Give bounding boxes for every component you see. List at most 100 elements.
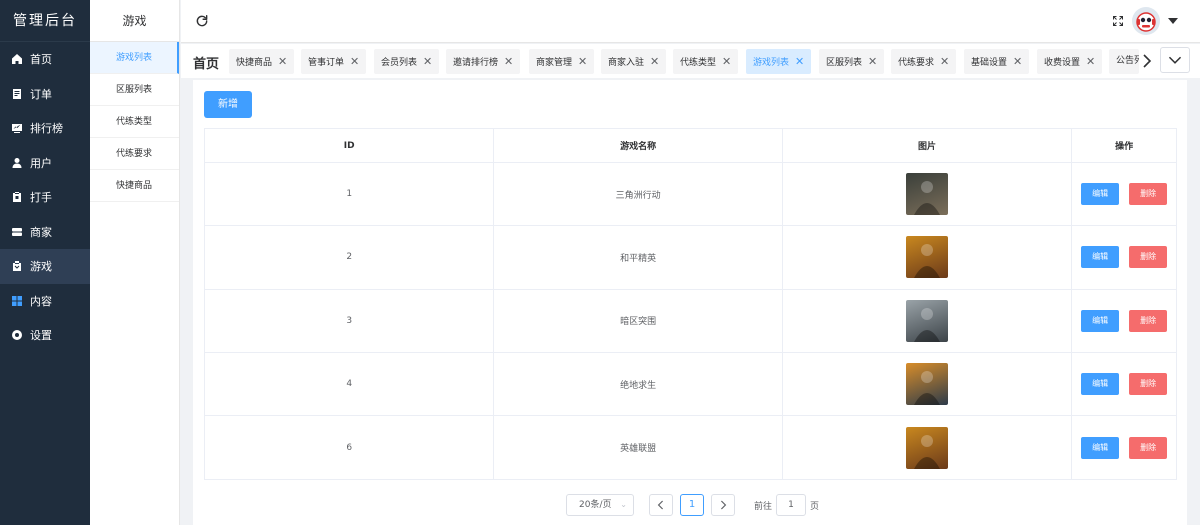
cell-game-name: 三角洲行动 [494,163,783,226]
add-game-button[interactable]: 新增 [204,91,252,118]
close-icon[interactable]: ✕ [278,55,287,68]
tab-item[interactable]: 代练要求 ✕ [891,49,957,74]
sidebar-item-home[interactable]: 首页 [0,42,90,77]
close-icon[interactable]: ✕ [423,55,432,68]
settings-icon [11,329,23,341]
close-icon[interactable]: ✕ [578,55,587,68]
next-page-button[interactable] [711,494,735,516]
sidebar-item-player[interactable]: 打手 [0,180,90,215]
close-icon[interactable]: ✕ [350,55,359,68]
main-content: 新增 ID 游戏名称 图片 操作 1 三角洲行动 编辑 删除 2 和平精英 编辑 删除 3 暗区突… [193,80,1187,525]
tab-label: 代练类型 [680,58,717,68]
game-thumbnail [906,363,949,406]
submenu-item[interactable]: 代练要求 [90,138,179,170]
delete-button[interactable]: 删除 [1129,436,1168,459]
edit-button[interactable]: 编辑 [1081,373,1120,396]
delete-button[interactable]: 删除 [1129,183,1168,206]
sidebar-item-label: 排行榜 [30,122,63,136]
submenu-item[interactable]: 代练类型 [90,106,179,138]
top-header [181,0,1200,43]
submenu-item[interactable]: 快捷商品 [90,170,179,202]
edit-button[interactable]: 编辑 [1081,246,1120,269]
submenu-item[interactable]: 游戏列表 [90,42,179,74]
close-icon[interactable]: ✕ [1013,55,1022,68]
goto-page-input[interactable] [776,494,806,516]
submenu-item[interactable]: 区服列表 [90,74,179,106]
tab-item[interactable]: 会员列表 ✕ [374,49,440,74]
game-thumbnail [906,426,949,469]
delete-button[interactable]: 删除 [1129,246,1168,269]
sidebar-item-label: 首页 [30,53,52,67]
tab-item[interactable]: 快捷商品 ✕ [229,49,295,74]
close-icon[interactable]: ✕ [868,55,877,68]
close-icon[interactable]: ✕ [1086,55,1095,68]
sidebar-item-settings[interactable]: 设置 [0,318,90,353]
tab-item[interactable]: 区服列表 ✕ [819,49,885,74]
tab-label: 游戏列表 [753,58,790,68]
sidebar-nav: 首页订单排行榜用户打手 商家游戏内容设置 [0,42,90,353]
close-icon[interactable]: ✕ [650,55,659,68]
close-icon[interactable]: ✕ [722,55,731,68]
edit-button[interactable]: 编辑 [1081,183,1120,206]
cell-id: 3 [205,289,495,352]
user-avatar[interactable] [1132,7,1160,35]
tab-item[interactable]: 管事订单 ✕ [301,49,367,74]
main-sidebar: 管理后台 首页订单排行榜用户打手 商家游戏内容设置 [0,0,90,525]
tab-item[interactable]: 商家管理 ✕ [529,49,595,74]
tab-label: 公告列 [1116,56,1139,66]
edit-button[interactable]: 编辑 [1081,436,1120,459]
delete-button[interactable]: 删除 [1129,373,1168,396]
sidebar-item-user[interactable]: 用户 [0,146,90,181]
sidebar-item-game[interactable]: 游戏 [0,249,90,284]
close-icon[interactable]: ✕ [940,55,949,68]
cell-id: 6 [205,416,495,480]
tab-item[interactable]: 公告列 [1109,49,1139,74]
tab-item[interactable]: 邀请排行榜 ✕ [446,49,521,74]
tab-item[interactable]: 代练类型 ✕ [673,49,739,74]
sidebar-item-order[interactable]: 订单 [0,77,90,112]
tab-label: 邀请排行榜 [453,58,499,68]
close-icon[interactable]: ✕ [795,55,804,68]
table-row: 2 和平精英 编辑 删除 [205,226,1176,290]
app-logo-title: 管理后台 [0,0,90,42]
refresh-icon[interactable] [195,14,209,28]
page-size-select[interactable]: 20条/页 ⌄ [566,494,634,516]
tab-item[interactable]: 基础设置 ✕ [964,49,1030,74]
sidebar-item-ranking[interactable]: 排行榜 [0,111,90,146]
close-icon[interactable]: ✕ [504,55,513,68]
tabs-bar: 首页 快捷商品 ✕ 管事订单 ✕ 会员列表 ✕ 邀请排行榜 ✕ 商家管理 ✕ 商家入驻 ✕ 代练类型 ✕ 游… [181,44,1200,78]
cell-image [783,226,1073,289]
sidebar-item-label: 用户 [30,156,52,170]
table-body: 1 三角洲行动 编辑 删除 2 和平精英 编辑 删除 3 暗区突围 编辑 删除 4 绝地求生 编辑 删除 6 英雄… [205,163,1176,480]
cell-id: 2 [205,226,495,289]
prev-page-button[interactable] [649,494,673,516]
sidebar-item-label: 游戏 [30,260,52,274]
tab-label: 商家入驻 [608,58,645,68]
game-thumbnail [906,173,949,216]
page-number-current[interactable]: 1 [680,494,704,516]
player-icon [11,191,23,203]
cell-game-name: 暗区突围 [494,289,783,352]
sidebar-item-label: 订单 [30,87,52,101]
tabs-scroll-right-icon[interactable] [1139,51,1155,71]
sidebar-item-label: 内容 [30,294,52,308]
tabs-dropdown-button[interactable] [1160,47,1190,73]
tab-label: 基础设置 [971,58,1008,68]
cell-image [783,163,1073,226]
tab-home[interactable]: 首页 [193,53,219,72]
column-header-actions: 操作 [1115,142,1134,152]
edit-button[interactable]: 编辑 [1081,309,1120,332]
cell-game-name: 绝地求生 [494,352,783,416]
sidebar-item-content[interactable]: 内容 [0,284,90,319]
user-menu-caret-icon[interactable] [1168,18,1178,24]
goto-suffix: 页 [810,502,820,512]
tab-item[interactable]: 游戏列表 ✕ [746,49,812,74]
tab-item[interactable]: 收费设置 ✕ [1037,49,1103,74]
sidebar-item-merchant[interactable]: 商家 [0,215,90,250]
submenu-title: 游戏 [90,0,179,42]
fullscreen-icon[interactable] [1112,15,1124,27]
delete-button[interactable]: 删除 [1129,309,1168,332]
cell-game-name: 英雄联盟 [494,416,783,480]
tab-item[interactable]: 商家入驻 ✕ [601,49,667,74]
goto-label: 前往 [754,502,773,512]
